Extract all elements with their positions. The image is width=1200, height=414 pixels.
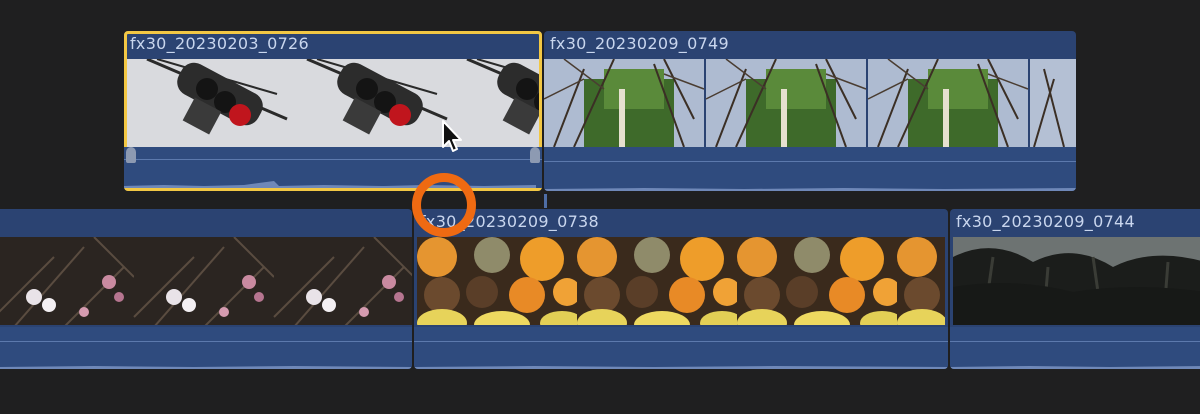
right-keyframe-handle[interactable] bbox=[530, 147, 540, 163]
plum-blossom-thumbnail bbox=[0, 237, 412, 325]
left-keyframe-handle[interactable] bbox=[126, 147, 136, 163]
bamboo-thumbnail bbox=[544, 59, 1076, 147]
audio-waveform bbox=[414, 366, 948, 369]
connected-clip-traffic-light[interactable]: fx30_20230203_0726 bbox=[124, 31, 542, 191]
arrow-pointer-icon bbox=[442, 120, 462, 152]
traffic-light-thumbnail bbox=[127, 59, 539, 147]
clip-filmstrip bbox=[417, 237, 945, 325]
primary-clip-plum-blossoms[interactable] bbox=[0, 209, 412, 369]
audio-waveform bbox=[0, 366, 412, 369]
clip-audio-track bbox=[950, 327, 1200, 369]
connection-marker bbox=[544, 194, 547, 208]
primary-clip-forest[interactable]: fx30_20230209_0744 bbox=[950, 209, 1200, 369]
audio-waveform bbox=[544, 188, 1076, 191]
audio-waveform bbox=[124, 181, 536, 188]
citrus-thumbnail bbox=[417, 237, 945, 325]
click-indicator-ring bbox=[412, 173, 476, 237]
clip-filmstrip bbox=[953, 237, 1200, 325]
clip-audio-track bbox=[414, 327, 948, 369]
forest-thumbnail bbox=[953, 237, 1200, 325]
audio-waveform bbox=[950, 366, 1200, 369]
clip-audio-track bbox=[0, 327, 412, 369]
clip-filmstrip bbox=[127, 59, 539, 147]
clip-filmstrip bbox=[544, 59, 1076, 147]
clip-title: fx30_20230209_0744 bbox=[956, 212, 1136, 231]
clip-audio-track bbox=[124, 147, 542, 188]
clip-title: fx30_20230209_0749 bbox=[550, 34, 730, 53]
clip-filmstrip bbox=[0, 237, 412, 325]
clip-audio-track bbox=[544, 147, 1076, 191]
primary-clip-citrus[interactable]: fx30_20230209_0738 bbox=[414, 209, 948, 369]
connected-clip-bamboo[interactable]: fx30_20230209_0749 bbox=[544, 31, 1076, 191]
clip-title: fx30_20230203_0726 bbox=[130, 34, 310, 53]
